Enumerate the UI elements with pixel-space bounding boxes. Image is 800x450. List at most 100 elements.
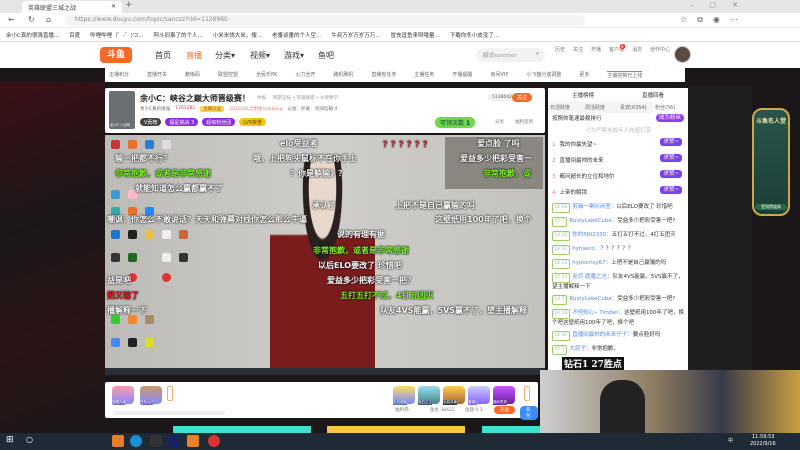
nav-live[interactable]: 直播 [186,50,202,61]
messages-button[interactable]: 消息 [632,46,642,53]
search-icon[interactable]: ⌕ [536,51,539,58]
backpack-button[interactable]: 背包 [520,406,538,420]
douyu-logo[interactable]: 斗鱼 [100,47,132,63]
bookmark[interactable]: 小米米饶大米，搜... [213,31,262,39]
subnav-item[interactable]: 火力全开 [295,71,315,79]
chat-username[interactable]: hyhaero： [572,246,600,252]
chat-username[interactable]: RustyLakeCube： [569,218,617,224]
level-up-gift[interactable]: 观看升级 [112,386,134,405]
report-link[interactable]: 举报 [257,95,266,101]
bookmark[interactable]: 哔哩哔哩（゜-゜)つ... [90,31,143,39]
like-button[interactable]: 求赞~ [660,170,682,178]
guild[interactable]: 公会：护盾 [288,106,311,112]
subnav-item[interactable]: 小飞猫分成调整 [526,71,561,79]
douyu-taskbar-icon[interactable] [187,435,199,447]
chat-username[interactable]: 剪辑一喇叭闭室： [572,204,616,210]
bookmark[interactable]: 余小C真的很强直播... [6,31,59,39]
rank-item[interactable]: 1 我的你最失望~ 求赞~ [548,137,688,153]
tab-weekly[interactable]: 周活跃度 [583,102,618,113]
nav-games[interactable]: 游戏▾ [284,50,304,61]
subnav-notice[interactable]: 主播控制已上线 [607,71,643,79]
subnav-item[interactable]: 直播有任务 [371,71,396,79]
chat-username[interactable]: RustyLakeCube： [569,296,617,302]
nav-fishbar[interactable]: 鱼吧 [318,50,334,61]
bookmark[interactable]: 百度 [69,31,80,39]
expand-left-button[interactable] [167,386,173,401]
contribution-rank-pill[interactable]: V贡榜 [140,118,162,126]
like-button[interactable]: 求赞~ [660,154,682,162]
rank-item[interactable]: 3 都问超长的立位和地尔 求赞~ [548,169,688,185]
browser-tab[interactable]: 英雄联盟三城之战 ✕ [22,1,122,13]
subnav-item[interactable]: 主播积分 [109,71,129,79]
room-mailbox[interactable]: 房间信箱 4 [315,106,337,112]
url-input[interactable]: https://www.douyu.com/topic/sanczz?rid=1… [65,15,585,26]
video-player[interactable]: elo受益者 ？？？？？？ 爱点脸 了吗 输一把都不行？ 哦，上把狗头鼠标不在你… [105,135,545,375]
refresh-icon[interactable]: ↻ [28,15,35,24]
like-button[interactable]: 求赞~ [660,186,682,194]
honor-pill[interactable]: LV6荣誉 [239,118,267,126]
subnav-item[interactable]: 房间VIP [490,71,508,79]
tab-fans[interactable]: 粉丝(56) [653,102,688,113]
ime-indicator[interactable]: 中 [728,437,733,444]
chat-username[interactable]: 直播间最帅的未来仔子： [572,332,633,338]
gift-item[interactable]: 贝贝成就 [393,386,415,405]
close-tab-icon[interactable]: ✕ [111,3,116,10]
home-icon[interactable]: ⌂ [46,15,51,24]
share-button[interactable]: 分享 [495,119,504,125]
gift-item[interactable]: 宝石之王 [418,386,440,405]
event-widget[interactable]: 斗鱼名人堂 签到得道具 [752,108,790,216]
tab-daily[interactable]: 日活跃度 [548,102,583,113]
claim-counter[interactable]: 可领次数 1 [435,117,476,128]
bookmark[interactable]: 牛叔万岁万岁万万... [331,31,380,39]
bookmark[interactable]: 下载你冬小皮没了... [450,31,499,39]
netease-music-icon[interactable] [208,435,220,447]
chat-username[interactable]: 大屁子： [569,346,591,352]
chat-username[interactable]: 至尽·圆魔之光： [572,274,612,280]
subnav-item[interactable]: 更多 [579,71,589,79]
new-tab-icon[interactable]: + [125,0,133,10]
expand-right-button[interactable] [524,386,530,401]
streamer-name[interactable]: 余小C真的很强 [140,106,170,112]
like-button[interactable]: 求赞~ [660,138,682,146]
gift-item[interactable]: 福利签到 [493,386,515,405]
edge-icon[interactable] [130,435,142,447]
user-avatar[interactable] [674,46,691,63]
subnav-item[interactable]: 联盟控盟 [218,71,238,79]
room-category[interactable]: 网游竞技 • 英雄联盟 • 大神教学 [273,95,338,101]
creator-center-button[interactable]: 创作中心 [650,46,670,53]
taskbar-app-icon[interactable] [168,435,180,447]
history-button[interactable]: 历史 [555,46,565,53]
fan-club-pill[interactable]: 超级粉丝团 [202,118,236,126]
chat-username[interactable]: 不但知心• Timber： [572,310,624,316]
gift-item[interactable]: 香港1 [468,386,490,405]
rank-item[interactable]: 4 上帝的解锁 求赞~ [548,185,688,201]
browser-toolbar-icons[interactable]: ☆⧉◉⋯ [680,15,748,25]
windows-start-icon[interactable]: ⊞ [6,435,14,445]
clock-date[interactable]: 2022/9/16 [750,441,776,447]
event-signin-button[interactable]: 签到得道具 [755,204,787,210]
nav-video[interactable]: 视频▾ [250,50,270,61]
back-icon[interactable]: ← [8,15,15,24]
chat-username[interactable]: hypocrisy67： [572,260,611,266]
search-input[interactable]: 解说summer ⌕ [477,48,545,62]
recharge-button[interactable]: 充值 [494,406,515,414]
task-hall-gift[interactable]: 任务大厅 [140,386,162,405]
bookmark[interactable]: 阿斗旧事了的个人... [154,31,203,39]
replay-tab[interactable]: 直播回看 [642,91,664,99]
bookmark[interactable]: 冒充逗鱼来呀哦量... [391,31,440,39]
nav-category[interactable]: 分类▾ [215,50,235,61]
subnav-item[interactable]: 教练码 [185,71,200,79]
welfare-signin-button[interactable]: 福利签到 [515,119,533,125]
subnav-item[interactable]: 路机刷机 [333,71,353,79]
bookmark[interactable]: 老番谈番的个人空... [272,31,321,39]
become-fan-button[interactable]: 成为粉丝 [655,114,684,122]
nav-home[interactable]: 首页 [155,50,171,61]
rank-item[interactable]: 2 直播间最帅的未来 求赞~ [548,153,688,169]
chat-input-placeholder[interactable] [113,411,225,415]
taskbar-app-icon[interactable] [112,435,124,447]
subnav-item[interactable]: 全民乐PK [256,71,277,79]
room-tag[interactable]: 2020LOL全明星solokong [229,106,282,112]
subnav-item[interactable]: 主播任务 [414,71,434,79]
gift-item[interactable]: 全能风暴 [443,386,465,405]
taskbar-app-icon[interactable] [150,435,162,447]
